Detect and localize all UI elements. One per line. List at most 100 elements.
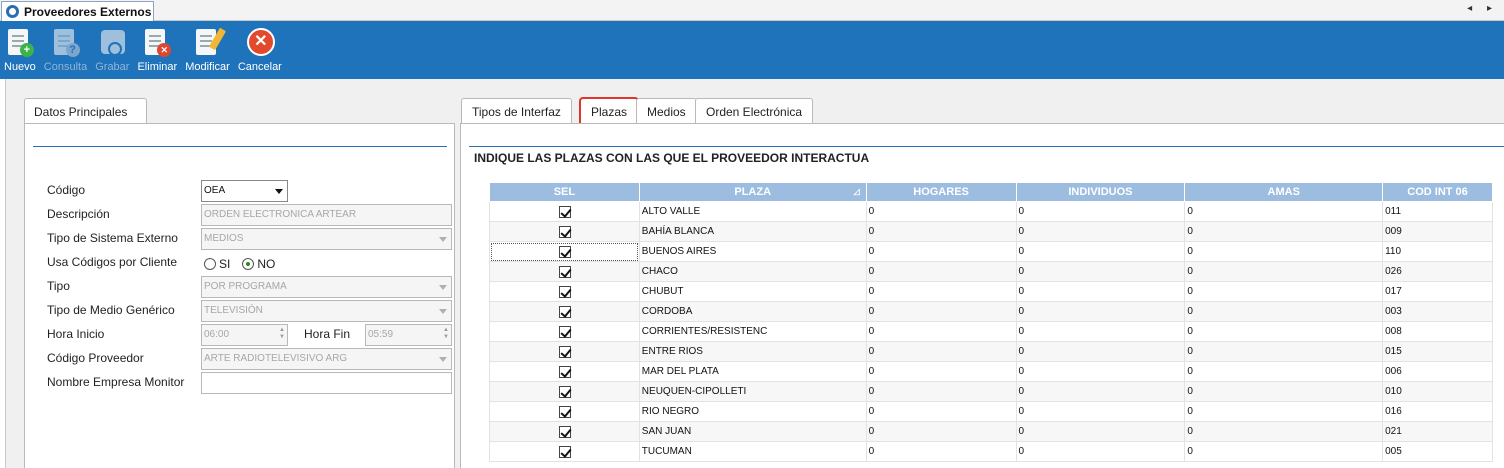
new-doc-icon: + <box>5 28 35 58</box>
table-row[interactable]: ALTO VALLE 0 0 0 011 <box>489 201 1493 222</box>
plazas-heading: INDIQUE LAS PLAZAS CON LAS QUE EL PROVEE… <box>474 151 870 165</box>
table-row[interactable]: TUCUMAN 0 0 0 005 <box>489 441 1493 462</box>
consulta-button[interactable]: ? Consulta <box>40 21 91 79</box>
sel-cell[interactable] <box>489 281 640 302</box>
hora-fin-field[interactable]: 05:59 ▲ ▼ <box>365 324 452 346</box>
table-row[interactable]: BUENOS AIRES 0 0 0 110 <box>489 241 1493 262</box>
hora-inicio-field[interactable]: 06:00 ▲ ▼ <box>201 324 288 346</box>
checkbox-checked-icon[interactable] <box>559 265 572 278</box>
nuevo-button[interactable]: + Nuevo <box>0 21 40 79</box>
radio-no-label: NO <box>257 257 276 271</box>
checkbox-checked-icon[interactable] <box>559 225 572 238</box>
sel-cell[interactable] <box>489 321 640 342</box>
grabar-button[interactable]: Grabar <box>91 21 133 79</box>
checkbox-checked-icon[interactable] <box>559 345 572 358</box>
amas-cell: 0 <box>1184 301 1384 322</box>
tab-orden-electronica[interactable]: Orden Electrónica <box>695 98 814 124</box>
tipo-sistema-select[interactable]: MEDIOS <box>201 228 452 250</box>
sel-cell[interactable] <box>489 341 640 362</box>
hogares-cell: 0 <box>865 221 1017 242</box>
radio-no[interactable]: NO <box>242 257 275 271</box>
column-header-sel[interactable]: SEL <box>489 182 640 202</box>
table-row[interactable]: CHACO 0 0 0 026 <box>489 261 1493 282</box>
sel-cell[interactable] <box>489 301 640 322</box>
radio-si-label: SI <box>219 257 231 271</box>
checkbox-checked-icon[interactable] <box>559 245 572 258</box>
sel-cell[interactable] <box>489 241 640 262</box>
section-divider <box>33 146 447 147</box>
table-row[interactable]: BAHÍA BLANCA 0 0 0 009 <box>489 221 1493 242</box>
tipo-select[interactable]: POR PROGRAMA <box>201 276 452 298</box>
sel-cell[interactable] <box>489 261 640 282</box>
sel-cell[interactable] <box>489 421 640 442</box>
individuos-cell: 0 <box>1015 361 1186 382</box>
tipo-medio-value: TELEVISIÓN <box>204 305 263 316</box>
tab-medios[interactable]: Medios <box>636 98 697 124</box>
hogares-cell: 0 <box>865 441 1017 462</box>
cod-int-cell: 005 <box>1382 441 1493 462</box>
individuos-cell: 0 <box>1015 421 1186 442</box>
side-strip <box>0 79 6 468</box>
tab-datos-principales[interactable]: Datos Principales <box>24 98 147 124</box>
amas-cell: 0 <box>1184 201 1384 222</box>
column-header-amas[interactable]: AMAS <box>1184 182 1384 202</box>
individuos-cell: 0 <box>1015 321 1186 342</box>
cancelar-button[interactable]: ✕ Cancelar <box>234 21 286 79</box>
column-header-hogares[interactable]: HOGARES <box>865 182 1017 202</box>
table-row[interactable]: ENTRE RIOS 0 0 0 015 <box>489 341 1493 362</box>
checkbox-checked-icon[interactable] <box>559 405 572 418</box>
column-header-cod-int[interactable]: COD INT 06 <box>1382 182 1493 202</box>
descripcion-field[interactable]: ORDEN ELECTRONICA ARTEAR <box>201 204 452 226</box>
tab-tipos-de-interfaz[interactable]: Tipos de Interfaz <box>461 98 572 124</box>
table-row[interactable]: SAN JUAN 0 0 0 021 <box>489 421 1493 442</box>
cod-int-cell: 015 <box>1382 341 1493 362</box>
radio-si[interactable]: SI <box>204 257 230 271</box>
eliminar-button[interactable]: ✕ Eliminar <box>133 21 181 79</box>
hogares-cell: 0 <box>865 261 1017 282</box>
table-row[interactable]: RIO NEGRO 0 0 0 016 <box>489 401 1493 422</box>
nombre-empresa-field[interactable] <box>201 372 452 394</box>
chevron-down-icon <box>275 189 283 194</box>
codigo-label: Código <box>47 183 86 197</box>
checkbox-checked-icon[interactable] <box>559 385 572 398</box>
spinner-arrows-icon[interactable]: ▲ ▼ <box>443 327 449 341</box>
sel-cell[interactable] <box>489 441 640 462</box>
sel-cell[interactable] <box>489 401 640 422</box>
amas-cell: 0 <box>1184 341 1384 362</box>
sel-cell[interactable] <box>489 361 640 382</box>
hogares-cell: 0 <box>865 361 1017 382</box>
checkbox-checked-icon[interactable] <box>559 445 572 458</box>
checkbox-checked-icon[interactable] <box>559 305 572 318</box>
consulta-label: Consulta <box>43 61 88 73</box>
sel-cell[interactable] <box>489 201 640 222</box>
individuos-cell: 0 <box>1015 341 1186 362</box>
codigo-proveedor-select[interactable]: ARTE RADIOTELEVISIVO ARG <box>201 348 452 370</box>
table-row[interactable]: MAR DEL PLATA 0 0 0 006 <box>489 361 1493 382</box>
checkbox-checked-icon[interactable] <box>559 325 572 338</box>
table-row[interactable]: CORDOBA 0 0 0 003 <box>489 301 1493 322</box>
tab-scroll-arrows-icon[interactable]: ◂ ▸ <box>1467 3 1498 14</box>
window-tab[interactable]: Proveedores Externos <box>1 1 154 21</box>
column-header-plaza[interactable]: PLAZA ◿ <box>638 182 867 202</box>
spinner-arrows-icon[interactable]: ▲ ▼ <box>279 327 285 341</box>
sel-cell[interactable] <box>489 381 640 402</box>
codigo-proveedor-label: Código Proveedor <box>47 351 144 365</box>
table-row[interactable]: CHUBUT 0 0 0 017 <box>489 281 1493 302</box>
checkbox-checked-icon[interactable] <box>559 205 572 218</box>
cod-int-cell: 011 <box>1382 201 1493 222</box>
column-header-individuos[interactable]: INDIVIDUOS <box>1015 182 1186 202</box>
tipo-sistema-label: Tipo de Sistema Externo <box>47 231 178 245</box>
tipo-medio-select[interactable]: TELEVISIÓN <box>201 300 452 322</box>
checkbox-checked-icon[interactable] <box>559 365 572 378</box>
checkbox-checked-icon[interactable] <box>559 285 572 298</box>
checkbox-checked-icon[interactable] <box>559 425 572 438</box>
toolbar: + Nuevo ? Consulta Grabar ✕ Eliminar Mod… <box>0 21 1504 79</box>
modificar-button[interactable]: Modificar <box>181 21 234 79</box>
table-row[interactable]: NEUQUEN-CIPOLLETI 0 0 0 010 <box>489 381 1493 402</box>
cod-int-cell: 017 <box>1382 281 1493 302</box>
tab-plazas[interactable]: Plazas <box>578 97 640 125</box>
codigo-select[interactable]: OEA <box>201 180 288 202</box>
table-row[interactable]: CORRIENTES/RESISTENC 0 0 0 008 <box>489 321 1493 342</box>
hogares-cell: 0 <box>865 281 1017 302</box>
sel-cell[interactable] <box>489 221 640 242</box>
